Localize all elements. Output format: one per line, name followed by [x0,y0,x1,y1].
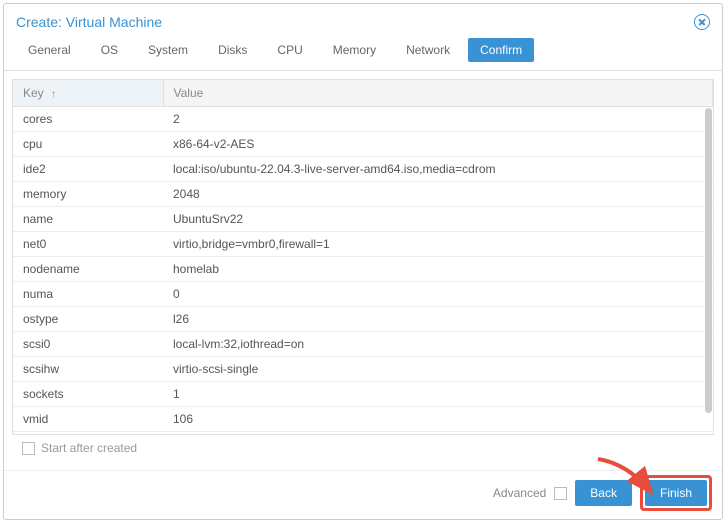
cell-value: local:iso/ubuntu-22.04.3-live-server-amd… [163,157,713,182]
content-area: Key ↑ Value cores2cpux86-64-v2-AESide2lo… [4,71,722,466]
col-key-label: Key [23,86,44,100]
cell-value: virtio-scsi-single [163,357,713,382]
tab-general[interactable]: General [16,38,83,62]
table-row[interactable]: net0virtio,bridge=vmbr0,firewall=1 [13,232,713,257]
cell-key: scsi0 [13,332,163,357]
advanced-checkbox[interactable] [554,487,567,500]
footer-options: Start after created [12,435,714,457]
table-row[interactable]: scsi0local-lvm:32,iothread=on [13,332,713,357]
cell-value: homelab [163,257,713,282]
cell-value: virtio,bridge=vmbr0,firewall=1 [163,232,713,257]
wizard-tabs: General OS System Disks CPU Memory Netwo… [4,38,722,71]
table-row[interactable]: sockets1 [13,382,713,407]
tab-disks[interactable]: Disks [206,38,259,62]
scrollbar[interactable] [705,108,712,428]
cell-value: UbuntuSrv22 [163,207,713,232]
finish-highlight: Finish [640,475,712,511]
table-row[interactable]: scsihwvirtio-scsi-single [13,357,713,382]
summary-table-wrap: Key ↑ Value cores2cpux86-64-v2-AESide2lo… [12,79,714,435]
cell-value: 1 [163,382,713,407]
table-row[interactable]: memory2048 [13,182,713,207]
start-after-created[interactable]: Start after created [22,441,137,455]
cell-key: cores [13,107,163,132]
start-after-label: Start after created [41,441,137,455]
create-vm-dialog: Create: Virtual Machine General OS Syste… [3,3,723,520]
advanced-label: Advanced [493,486,546,500]
tab-cpu[interactable]: CPU [265,38,314,62]
tab-os[interactable]: OS [89,38,130,62]
dialog-title: Create: Virtual Machine [16,14,162,30]
close-icon[interactable] [694,14,710,30]
cell-value: x86-64-v2-AES [163,132,713,157]
cell-key: numa [13,282,163,307]
cell-value: 0 [163,282,713,307]
cell-key: vmid [13,407,163,432]
cell-key: memory [13,182,163,207]
start-after-checkbox[interactable] [22,442,35,455]
titlebar: Create: Virtual Machine [4,4,722,38]
tab-confirm[interactable]: Confirm [468,38,534,62]
table-row[interactable]: nodenamehomelab [13,257,713,282]
cell-value: local-lvm:32,iothread=on [163,332,713,357]
col-key[interactable]: Key ↑ [13,80,163,107]
sort-asc-icon: ↑ [51,89,56,100]
footer-buttons: Advanced Back Finish [4,470,722,519]
cell-key: ostype [13,307,163,332]
cell-value: l26 [163,307,713,332]
cell-key: cpu [13,132,163,157]
cell-key: scsihw [13,357,163,382]
table-row[interactable]: ide2local:iso/ubuntu-22.04.3-live-server… [13,157,713,182]
cell-key: name [13,207,163,232]
cell-value: 106 [163,407,713,432]
cell-key: ide2 [13,157,163,182]
cell-key: nodename [13,257,163,282]
table-row[interactable]: cpux86-64-v2-AES [13,132,713,157]
finish-button[interactable]: Finish [645,480,707,506]
scrollbar-thumb[interactable] [705,108,712,413]
tab-network[interactable]: Network [394,38,462,62]
table-row[interactable]: nameUbuntuSrv22 [13,207,713,232]
cell-key: net0 [13,232,163,257]
tab-system[interactable]: System [136,38,200,62]
table-row[interactable]: ostypel26 [13,307,713,332]
back-button[interactable]: Back [575,480,632,506]
cell-value: 2048 [163,182,713,207]
cell-value: 2 [163,107,713,132]
col-value[interactable]: Value [163,80,713,107]
tab-memory[interactable]: Memory [321,38,388,62]
table-row[interactable]: numa0 [13,282,713,307]
table-row[interactable]: cores2 [13,107,713,132]
table-row[interactable]: vmid106 [13,407,713,432]
summary-table: Key ↑ Value cores2cpux86-64-v2-AESide2lo… [13,80,713,432]
cell-key: sockets [13,382,163,407]
